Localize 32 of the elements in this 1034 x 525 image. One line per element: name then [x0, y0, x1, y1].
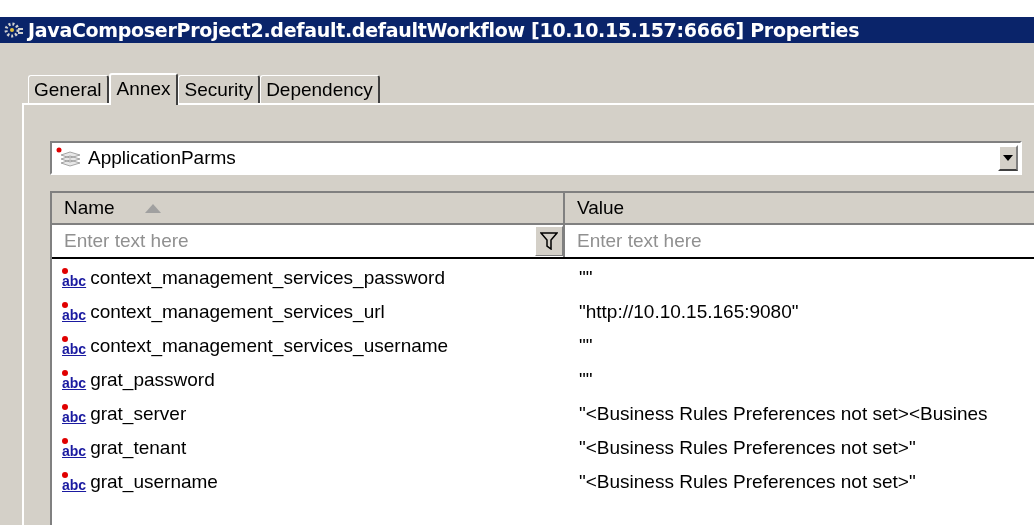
property-value: "" [578, 333, 593, 358]
property-name: context_management_services_url [90, 299, 385, 325]
property-name: grat_password [90, 367, 215, 393]
property-name: grat_server [90, 401, 187, 427]
property-value: "<Business Rules Preferences not set>" [578, 435, 916, 460]
dropdown-value: ApplicationParms [88, 145, 237, 170]
property-value: "<Business Rules Preferences not set><Busines [578, 401, 988, 426]
column-header[interactable]: Name [52, 193, 565, 225]
gear-icon [4, 21, 24, 39]
tab[interactable]: Dependency [260, 75, 380, 103]
dropdown[interactable]: ApplicationParms [50, 141, 1022, 175]
property-value: "" [578, 367, 593, 392]
property-value: "http://10.10.15.165:9080" [578, 299, 799, 324]
property-name: grat_tenant [90, 435, 187, 461]
property-name: context_management_services_username [90, 333, 449, 359]
stack-icon [56, 147, 82, 169]
tab[interactable]: Annex [108, 73, 179, 105]
filter-field[interactable]: Enter text here [565, 225, 1034, 257]
sort-ascending-icon [144, 203, 161, 213]
filter-button[interactable] [535, 226, 563, 256]
property-name: context_management_services_password [90, 265, 445, 291]
property-value: "" [578, 265, 593, 290]
funnel-icon [540, 232, 558, 250]
property-value: "<Business Rules Preferences not set>" [578, 469, 916, 494]
property-name: grat_username [90, 469, 218, 495]
tab[interactable]: General [28, 75, 109, 103]
dropdown-button[interactable] [998, 145, 1018, 171]
window-title: JavaComposerProject2.default.defaultWorkflow [10.10.15.157:6666] Properties [28, 17, 860, 43]
filter-field[interactable]: Enter text here [52, 225, 535, 257]
tab[interactable]: Security [178, 75, 261, 103]
caret-icon [1003, 155, 1013, 161]
column-header[interactable]: Value [565, 193, 1034, 225]
